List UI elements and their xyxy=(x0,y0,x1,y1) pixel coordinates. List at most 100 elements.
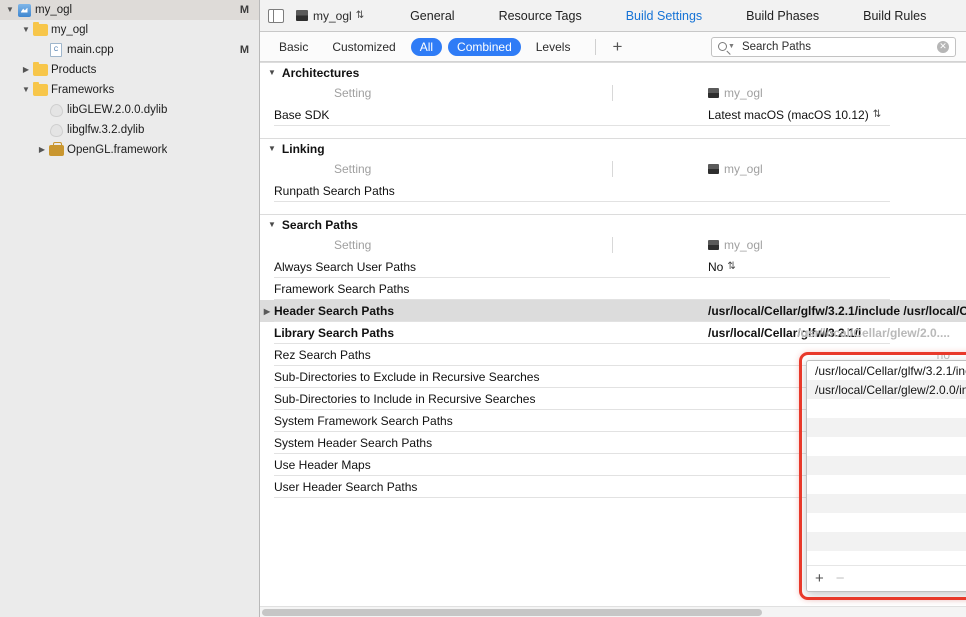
chevron-updown-icon[interactable]: ⇅ xyxy=(727,262,735,272)
navigator-item-label: my_ogl xyxy=(51,24,89,36)
setting-name: Runpath Search Paths xyxy=(274,184,395,198)
setting-name: Sub-Directories to Exclude in Recursive … xyxy=(274,370,540,384)
setting-name: Library Search Paths xyxy=(274,326,395,340)
add-setting-button[interactable]: + xyxy=(606,38,628,55)
disclosure-triangle-icon[interactable]: ▶ xyxy=(260,307,274,316)
setting-value[interactable]: Latest macOS (macOS 10.12) xyxy=(708,108,869,122)
row-underline xyxy=(274,497,890,498)
popover-path-row[interactable] xyxy=(807,456,966,475)
disclosure-triangle-icon[interactable]: ▼ xyxy=(20,86,32,94)
popover-path-row[interactable]: /usr/local/Cellar/glew/2.0.0/include xyxy=(807,380,966,399)
target-name-label: my_ogl xyxy=(313,8,352,23)
header-search-paths-popover[interactable]: /usr/local/Cellar/glfw/3.2.1/include/usr… xyxy=(806,360,966,592)
filter-levels[interactable]: Levels xyxy=(527,38,580,56)
search-input-value: Search Paths xyxy=(741,40,811,53)
target-icon xyxy=(708,88,719,98)
settings-row[interactable]: Framework Search Paths xyxy=(260,278,966,300)
settings-row[interactable]: ▶ Header Search Paths/usr/local/Cellar/gl… xyxy=(260,300,966,322)
filter-combined[interactable]: Combined xyxy=(448,37,521,56)
project-navigator[interactable]: ▼ my_ogl M ▼ my_ogl Cmain.cpp M ▶ Products ▼ Frame… xyxy=(0,0,260,617)
tab-build-settings[interactable]: Build Settings xyxy=(604,9,724,23)
editor-area: my_ogl ⇅ General Resource Tags Build Setti… xyxy=(260,0,966,617)
popover-path-row[interactable] xyxy=(807,532,966,551)
build-settings-filterbar: Basic Customized All Combined Levels + ▼ Sea… xyxy=(260,32,966,62)
navigator-item[interactable]: ▶ Products xyxy=(0,60,259,80)
navigator-item[interactable]: ▼ Frameworks xyxy=(0,80,259,100)
disclosure-triangle-icon[interactable]: ▶ xyxy=(20,66,32,74)
popover-path-row[interactable] xyxy=(807,418,966,437)
framework-icon xyxy=(48,141,64,156)
filter-all[interactable]: All xyxy=(410,37,443,56)
target-icon xyxy=(708,164,719,174)
popover-path-row[interactable] xyxy=(807,513,966,532)
navigator-item-label: OpenGL.framework xyxy=(67,144,168,156)
navigator-item[interactable]: Cmain.cpp M xyxy=(0,40,259,60)
popover-path-row[interactable] xyxy=(807,494,966,513)
disclosure-triangle-icon[interactable]: ▼ xyxy=(4,6,16,14)
navigator-item-label: main.cpp xyxy=(67,44,114,56)
editor-pane-toggle-icon[interactable] xyxy=(268,8,284,23)
settings-row[interactable]: Runpath Search Paths xyxy=(260,180,966,202)
section-title: Architectures xyxy=(281,65,360,80)
disclosure-triangle-icon[interactable]: ▼ xyxy=(268,68,276,77)
tab-build-rules[interactable]: Build Rules xyxy=(841,9,948,23)
scm-status-badge: M xyxy=(239,4,249,16)
section-title: Search Paths xyxy=(281,217,358,232)
column-header-setting: Setting xyxy=(334,86,372,100)
chevron-down-icon[interactable]: ▼ xyxy=(728,43,735,50)
dylib-icon xyxy=(48,103,64,117)
settings-column-header: Setting my_ogl xyxy=(260,234,966,256)
navigator-item[interactable]: ▼ my_ogl M xyxy=(0,0,259,20)
popover-path-row[interactable]: /usr/local/Cellar/glfw/3.2.1/include xyxy=(807,361,966,380)
settings-section-header[interactable]: ▼ Search Paths xyxy=(260,214,966,234)
scrollbar-thumb[interactable] xyxy=(262,609,762,616)
navigator-item[interactable]: libGLEW.2.0.0.dylib xyxy=(0,100,259,120)
section-title: Linking xyxy=(281,141,325,156)
setting-name: System Framework Search Paths xyxy=(274,414,453,428)
column-header-target-label: my_ogl xyxy=(724,238,763,252)
target-icon xyxy=(296,10,308,21)
settings-row[interactable]: Library Search Paths/usr/local/Cellar/gl… xyxy=(260,322,966,344)
column-header-setting: Setting xyxy=(334,162,372,176)
search-input[interactable]: ▼ Search Paths ✕ xyxy=(711,36,956,57)
clear-search-icon[interactable]: ✕ xyxy=(937,40,949,53)
disclosure-triangle-icon[interactable]: ▶ xyxy=(36,146,48,154)
settings-section-header[interactable]: ▼ Architectures xyxy=(260,62,966,82)
settings-row[interactable]: Always Search User Paths No ⇅ xyxy=(260,256,966,278)
dylib-icon xyxy=(48,123,64,137)
tab-resource-tags[interactable]: Resource Tags xyxy=(477,9,604,23)
filter-customized[interactable]: Customized xyxy=(323,38,404,56)
setting-value[interactable]: /usr/local/Cellar/glfw/3.2.1/include /us… xyxy=(708,304,966,318)
disclosure-triangle-icon[interactable]: ▼ xyxy=(268,220,276,229)
navigator-item-label: libglfw.3.2.dylib xyxy=(67,124,145,136)
tab-general[interactable]: General xyxy=(388,9,476,23)
tab-build-phases[interactable]: Build Phases xyxy=(724,9,841,23)
horizontal-scrollbar[interactable] xyxy=(260,606,966,617)
target-selector[interactable]: my_ogl ⇅ xyxy=(296,9,364,23)
disclosure-triangle-icon[interactable]: ▼ xyxy=(268,144,276,153)
folder-icon xyxy=(32,61,48,76)
navigator-item-label: my_ogl xyxy=(35,4,73,16)
setting-name: Header Search Paths xyxy=(274,304,395,318)
disclosure-triangle-icon[interactable]: ▼ xyxy=(20,26,32,34)
popover-path-list[interactable]: /usr/local/Cellar/glfw/3.2.1/include/usr… xyxy=(807,361,966,565)
folder-icon xyxy=(32,81,48,96)
navigator-item[interactable]: libglfw.3.2.dylib xyxy=(0,120,259,140)
popover-path-row[interactable] xyxy=(807,399,966,418)
search-field-wrapper[interactable]: ▼ Search Paths ✕ xyxy=(711,36,956,57)
navigator-item[interactable]: ▼ my_ogl xyxy=(0,20,259,40)
filter-basic[interactable]: Basic xyxy=(270,38,317,56)
setting-value[interactable]: No xyxy=(708,260,723,274)
cpp-file-icon: C xyxy=(48,43,64,57)
settings-section-header[interactable]: ▼ Linking xyxy=(260,138,966,158)
popover-path-row[interactable] xyxy=(807,437,966,456)
navigator-item[interactable]: ▶ OpenGL.framework xyxy=(0,140,259,160)
settings-row[interactable]: Base SDK Latest macOS (macOS 10.12) ⇅ xyxy=(260,104,966,126)
popover-path-row[interactable] xyxy=(807,475,966,494)
column-header-target: my_ogl xyxy=(610,162,763,176)
remove-path-button[interactable]: − xyxy=(836,571,845,586)
chevron-updown-icon[interactable]: ⇅ xyxy=(873,110,881,120)
target-icon xyxy=(708,240,719,250)
add-path-button[interactable]: + xyxy=(815,571,824,586)
